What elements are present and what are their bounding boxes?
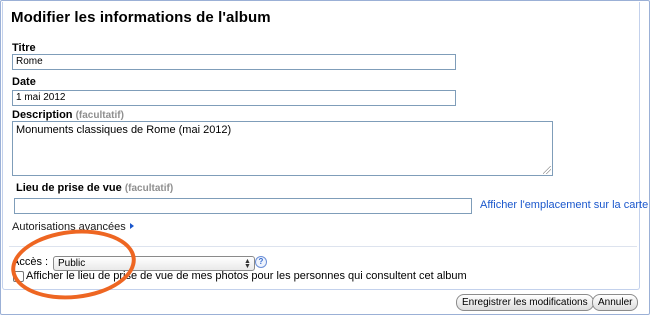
- title-input[interactable]: Rome: [12, 54, 456, 70]
- help-circle-icon[interactable]: ?: [255, 256, 267, 268]
- chevron-updown-icon: ▲ ▼: [244, 258, 251, 270]
- description-label: Description (facultatif): [12, 109, 124, 121]
- access-selected-value: Public: [58, 258, 86, 269]
- access-label: Accès :: [12, 256, 49, 268]
- show-map-link[interactable]: Afficher l'emplacement sur la carte: [480, 199, 648, 211]
- show-location-checkbox[interactable]: [13, 271, 24, 282]
- resize-grip-icon[interactable]: [543, 166, 551, 174]
- title-label: Titre: [12, 42, 36, 54]
- edit-album-dialog: Modifier les informations de l'album Tit…: [0, 0, 650, 315]
- advanced-permissions-link[interactable]: Autorisations avancées: [12, 221, 134, 233]
- cancel-button[interactable]: Annuler: [592, 294, 639, 311]
- description-textarea[interactable]: Monuments classiques de Rome (mai 2012): [12, 121, 553, 176]
- location-optional-hint: (facultatif): [124, 183, 174, 194]
- dialog-title: Modifier les informations de l'album: [11, 9, 271, 26]
- location-input[interactable]: [14, 198, 472, 214]
- description-text: Monuments classiques de Rome (mai 2012): [16, 124, 232, 136]
- access-select[interactable]: Public ▲ ▼: [53, 256, 255, 271]
- location-label: Lieu de prise de vue (facultatif): [16, 182, 173, 194]
- description-optional-hint: (facultatif): [75, 110, 124, 121]
- date-input[interactable]: 1 mai 2012: [12, 90, 456, 106]
- divider: [9, 246, 637, 247]
- save-button[interactable]: Enregistrer les modifications: [456, 294, 594, 311]
- description-label-text: Description: [12, 109, 73, 121]
- location-label-text: Lieu de prise de vue: [16, 182, 122, 194]
- date-label: Date: [12, 76, 36, 88]
- triangle-right-icon: [129, 223, 134, 229]
- show-location-checkbox-label: Afficher le lieu de prise de vue de mes …: [26, 270, 467, 282]
- advanced-permissions-label: Autorisations avancées: [12, 221, 126, 233]
